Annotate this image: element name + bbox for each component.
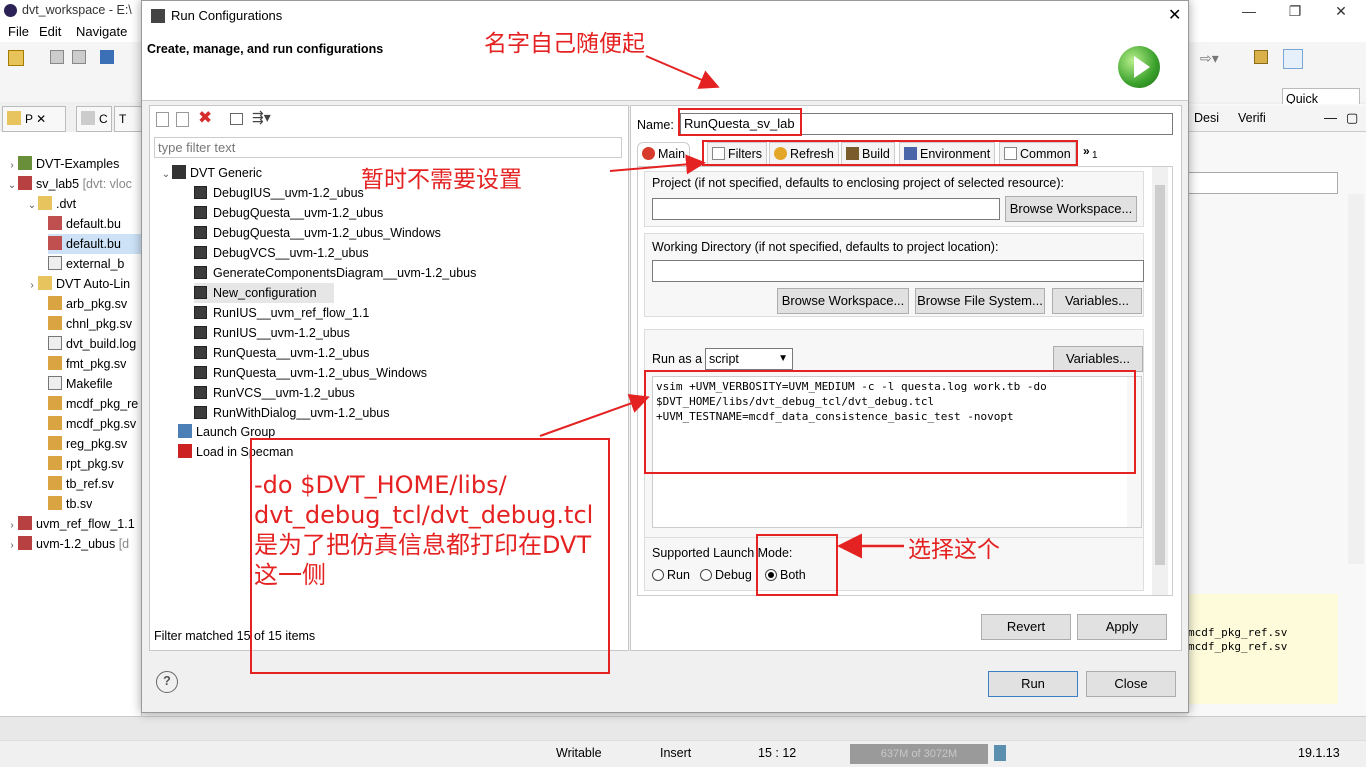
arrow-to-name bbox=[645, 55, 720, 89]
annotation-mode-hint: 选择这个 bbox=[908, 537, 1000, 563]
annotation-tabs-hint: 暂时不需要设置 bbox=[361, 167, 522, 193]
annotation-script-note: -do $DVT_HOME/libs/ dvt_debug_tcl/dvt_de… bbox=[254, 471, 594, 589]
arrow-to-tabs bbox=[609, 154, 706, 175]
arrow-to-script bbox=[539, 393, 650, 437]
annotation-arrows bbox=[539, 55, 904, 559]
annotation-name-hint: 名字自己随便起 bbox=[484, 31, 645, 57]
